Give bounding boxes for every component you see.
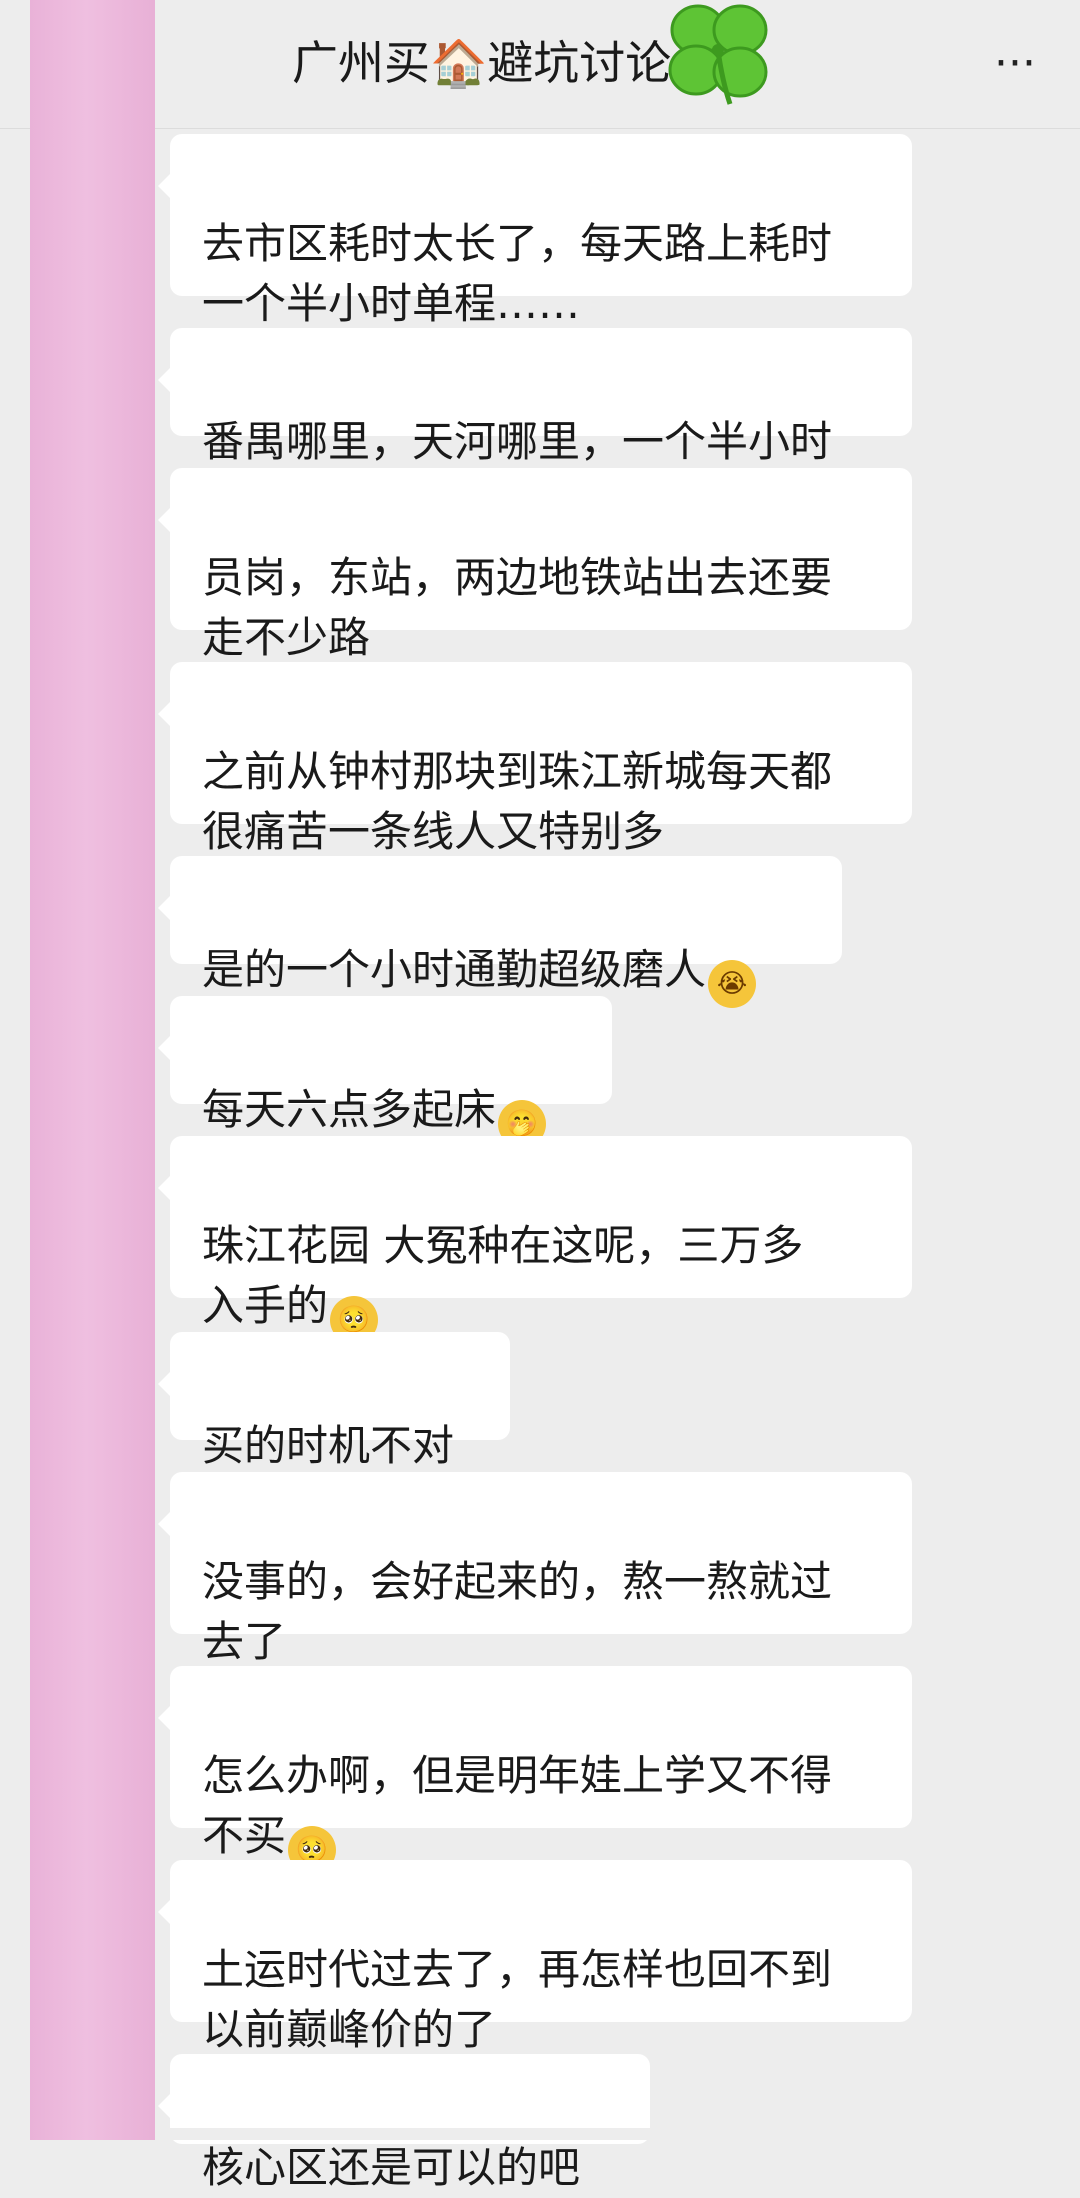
message-bubble[interactable]: 去市区耗时太长了，每天路上耗时 一个半小时单程…… xyxy=(158,134,912,328)
more-options-icon[interactable]: ··· xyxy=(980,34,1050,94)
message-bubble[interactable]: 买的时机不对 xyxy=(158,1332,510,1470)
message-bubble[interactable]: 每天六点多起床 🤭 xyxy=(158,996,612,1148)
crying-face-emoji: 😭 xyxy=(708,960,757,1008)
message-text: 没事的，会好起来的，熬一熬就过 去了 xyxy=(202,1557,833,1666)
message-bubble[interactable]: 员岗，东站，两边地铁站出去还要 走不少路 xyxy=(158,468,912,662)
four-leaf-clover-sticker xyxy=(668,4,768,105)
message-bubble[interactable]: 土运时代过去了，再怎样也回不到 以前巅峰价的了 xyxy=(158,1860,912,2054)
bottom-edge xyxy=(0,2128,1080,2140)
chat-header: 广州买🏠避坑讨论 ··· xyxy=(0,0,1080,129)
message-bubble[interactable]: 没事的，会好起来的，熬一熬就过 去了 xyxy=(158,1472,912,1666)
chat-title[interactable]: 广州买🏠避坑讨论 xyxy=(292,28,671,98)
message-bubble[interactable]: 番禺哪里，天河哪里，一个半小时 xyxy=(158,328,912,466)
message-text: 之前从钟村那块到珠江新城每天都 很痛苦一条线人又特别多 xyxy=(202,747,833,856)
message-text: 买的时机不对 xyxy=(202,1421,455,1470)
message-text: 是的一个小时通勤超级磨人 xyxy=(202,945,707,994)
chat-message-list[interactable]: 去市区耗时太长了，每天路上耗时 一个半小时单程…… 番禺哪里，天河哪里，一个半小… xyxy=(0,0,1080,2192)
message-text: 核心区还是可以的吧 xyxy=(202,2143,581,2192)
message-text: 土运时代过去了，再怎样也回不到 以前巅峰价的了 xyxy=(202,1945,833,2054)
message-bubble[interactable]: 是的一个小时通勤超级磨人 😭 xyxy=(158,856,842,1008)
message-text: 番禺哪里，天河哪里，一个半小时 xyxy=(202,417,833,466)
message-bubble[interactable]: 怎么办啊，但是明年娃上学又不得 不买 🥺 xyxy=(158,1666,912,1874)
pink-sidebar-overlay xyxy=(30,0,155,2140)
message-bubble[interactable]: 之前从钟村那块到珠江新城每天都 很痛苦一条线人又特别多 xyxy=(158,662,912,856)
message-text: 去市区耗时太长了，每天路上耗时 一个半小时单程…… xyxy=(202,219,833,328)
message-text: 珠江花园 大冤种在这呢，三万多 入手的 xyxy=(202,1221,804,1330)
message-text: 员岗，东站，两边地铁站出去还要 走不少路 xyxy=(202,553,833,662)
message-bubble[interactable]: 珠江花园 大冤种在这呢，三万多 入手的 🥺 xyxy=(158,1136,912,1344)
message-text: 每天六点多起床 xyxy=(202,1085,497,1134)
